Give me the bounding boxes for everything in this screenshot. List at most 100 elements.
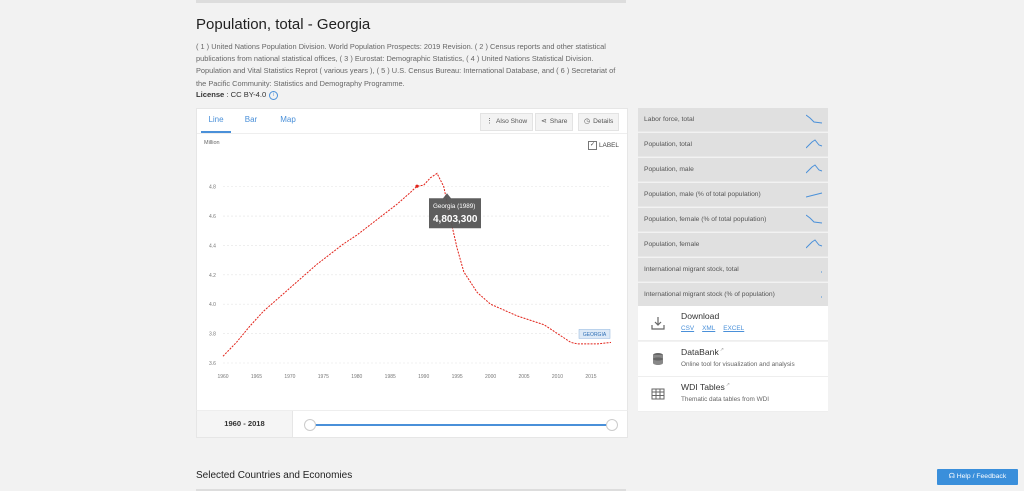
external-link-icon: ↗ (719, 347, 724, 353)
section-heading: Selected Countries and Economies (196, 470, 353, 481)
y-tick-label: 4.0 (209, 302, 216, 308)
headset-icon: ☊ (948, 473, 957, 480)
tab-map[interactable]: Map (275, 109, 301, 131)
indicator-item[interactable]: Population, total (638, 133, 828, 157)
share-button[interactable]: ⋖ Share (535, 113, 574, 131)
x-tick-label: 2010 (552, 374, 563, 380)
x-tick-label: 1960 (217, 374, 228, 380)
database-icon (653, 353, 663, 365)
chart-panel: Line Bar Map ⋮ Also Show ⋖ Share ◷ Details … (196, 108, 628, 412)
details-button[interactable]: ◷ Details (578, 113, 620, 131)
wdi-title-text: WDI Tables (681, 382, 725, 392)
indicator-label: Population, female (644, 241, 700, 248)
download-links: CSV XML EXCEL (681, 325, 752, 332)
tab-divider (197, 133, 627, 134)
table-icon (651, 388, 665, 400)
wdi-tables-card[interactable]: WDI Tables↗ Thematic data tables from WD… (638, 377, 828, 412)
series-label: GEORGIA (583, 332, 607, 338)
y-axis-unit: Million (204, 140, 220, 146)
sparkline-icon (806, 114, 823, 124)
x-tick-label: 1985 (385, 374, 396, 380)
databank-card[interactable]: DataBank↗ Online tool for visualization … (638, 342, 828, 377)
x-tick-label: 1995 (452, 374, 463, 380)
indicator-label: Population, male (% of total population) (644, 191, 761, 198)
indicator-item[interactable]: International migrant stock, total (638, 258, 828, 282)
x-tick-label: 2000 (485, 374, 496, 380)
line-chart: Million 3.6 3.8 4.0 4.2 4.4 4.6 4.8 1960 1965 1970… (204, 140, 612, 380)
databank-subtitle: Online tool for visualization and analys… (681, 361, 795, 368)
hover-point (415, 184, 419, 188)
indicator-label: International migrant stock, total (644, 266, 739, 273)
indicator-label: Population, total (644, 141, 692, 148)
sparkline-icon (806, 192, 823, 198)
indicator-item[interactable]: Population, female (638, 233, 828, 257)
download-xml-link[interactable]: XML (702, 325, 715, 332)
indicator-label: International migrant stock (% of popula… (644, 291, 775, 298)
series-line (222, 172, 612, 357)
tooltip-value: 4,803,300 (433, 214, 478, 225)
sparkline-icon (806, 139, 823, 149)
indicator-item[interactable]: Population, male (% of total population) (638, 183, 828, 207)
indicator-item[interactable]: Labor force, total (638, 108, 828, 132)
external-link-icon: ↗ (725, 382, 730, 388)
sparkline-icon (806, 239, 823, 249)
x-tick-label: 1975 (318, 374, 329, 380)
y-tick-label: 3.6 (209, 361, 216, 367)
share-label: Share (549, 118, 568, 125)
download-excel-link[interactable]: EXCEL (723, 325, 744, 332)
info-icon[interactable]: i (269, 90, 279, 100)
year-range-bar: 1960 - 2018 (196, 410, 628, 438)
range-start-handle[interactable] (304, 419, 316, 431)
license-value: : CC BY-4.0 (224, 90, 267, 99)
sparkline-icon (806, 214, 823, 224)
sparkline-icon (821, 271, 822, 273)
indicator-item[interactable]: International migrant stock (% of popula… (638, 283, 828, 307)
year-range-label: 1960 - 2018 (197, 411, 293, 437)
y-tick-label: 4.8 (209, 185, 216, 191)
tooltip: Georgia (1989) 4,803,300 (429, 193, 481, 229)
x-tick-label: 2015 (585, 374, 596, 380)
indicator-label: Population, male (644, 166, 694, 173)
page-title: Population, total - Georgia (196, 16, 371, 33)
databank-title-text: DataBank (681, 347, 719, 357)
top-divider (196, 0, 626, 3)
x-tick-label: 2005 (518, 374, 529, 380)
help-feedback-label: Help / Feedback (956, 473, 1007, 480)
wdi-title: WDI Tables↗ (681, 382, 730, 392)
indicator-item[interactable]: Population, female (% of total populatio… (638, 208, 828, 232)
y-tick-label: 4.2 (209, 273, 216, 279)
share-icon: ⋖ (541, 118, 547, 125)
also-show-button[interactable]: ⋮ Also Show (480, 113, 534, 131)
x-tick-label: 1970 (284, 374, 295, 380)
related-indicators: Labor force, total Population, total Popul… (638, 108, 828, 308)
tab-line[interactable]: Line (201, 109, 231, 133)
download-title: Download (681, 311, 720, 321)
license-line: License : CC BY-4.0 i (196, 90, 279, 100)
y-tick-label: 4.6 (209, 214, 216, 220)
more-vertical-icon: ⋮ (486, 118, 493, 125)
source-note: ( 1 ) United Nations Population Division… (196, 42, 616, 88)
clock-icon: ◷ (584, 118, 591, 125)
details-label: Details (593, 118, 614, 125)
y-tick-label: 4.4 (209, 243, 216, 249)
help-feedback-button[interactable]: ☊ Help / Feedback (937, 469, 1018, 485)
also-show-label: Also Show (496, 118, 528, 125)
x-tick-label: 1980 (351, 374, 362, 380)
range-end-handle[interactable] (606, 419, 618, 431)
sparkline-icon (821, 296, 822, 298)
y-tick-label: 3.8 (209, 332, 216, 338)
wdi-subtitle: Thematic data tables from WDI (681, 396, 770, 403)
indicator-item[interactable]: Population, male (638, 158, 828, 182)
range-track[interactable] (309, 424, 613, 426)
databank-title: DataBank↗ (681, 347, 724, 357)
tab-bar[interactable]: Bar (239, 109, 263, 131)
tooltip-title: Georgia (1989) (433, 203, 475, 210)
download-icon (651, 317, 665, 330)
license-label: License (196, 90, 225, 99)
download-card: Download CSV XML EXCEL (638, 306, 828, 341)
x-tick-label: 1990 (418, 374, 429, 380)
download-csv-link[interactable]: CSV (681, 325, 694, 332)
x-tick-label: 1965 (251, 374, 262, 380)
sparkline-icon (806, 164, 823, 174)
indicator-label: Population, female (% of total populatio… (644, 216, 767, 223)
